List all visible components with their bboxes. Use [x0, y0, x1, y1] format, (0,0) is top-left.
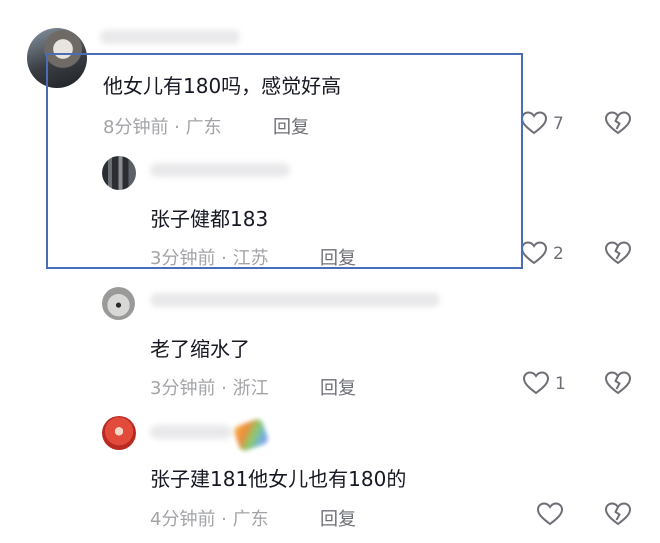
- heart-outline-icon[interactable]: [522, 370, 550, 396]
- broken-heart-icon[interactable]: [604, 501, 632, 527]
- reply-button[interactable]: 回复: [320, 505, 356, 531]
- avatar[interactable]: [102, 416, 136, 450]
- broken-heart-icon[interactable]: [604, 110, 632, 136]
- comment-meta: 4分钟前 · 广东: [150, 509, 269, 530]
- broken-heart-icon[interactable]: [604, 370, 632, 396]
- broken-heart-icon[interactable]: [604, 240, 632, 266]
- like-count: 7: [553, 114, 564, 134]
- comment-text: 张子建181他女儿也有180的: [150, 467, 407, 491]
- heart-outline-icon[interactable]: [520, 110, 548, 136]
- like-count: 1: [555, 374, 566, 394]
- avatar[interactable]: [102, 287, 135, 320]
- heart-outline-icon[interactable]: [536, 501, 564, 527]
- username-blurred[interactable]: [150, 425, 232, 439]
- rainbow-emoji-icon: [232, 417, 270, 453]
- comment-meta: 3分钟前 · 浙江: [150, 378, 269, 399]
- reply-button[interactable]: 回复: [320, 374, 356, 400]
- username-blurred[interactable]: [150, 293, 440, 307]
- comment-text: 老了缩水了: [150, 337, 250, 361]
- like-count: 2: [553, 244, 564, 264]
- heart-outline-icon[interactable]: [520, 240, 548, 266]
- username-blurred[interactable]: [100, 30, 240, 44]
- highlight-box: [46, 53, 523, 269]
